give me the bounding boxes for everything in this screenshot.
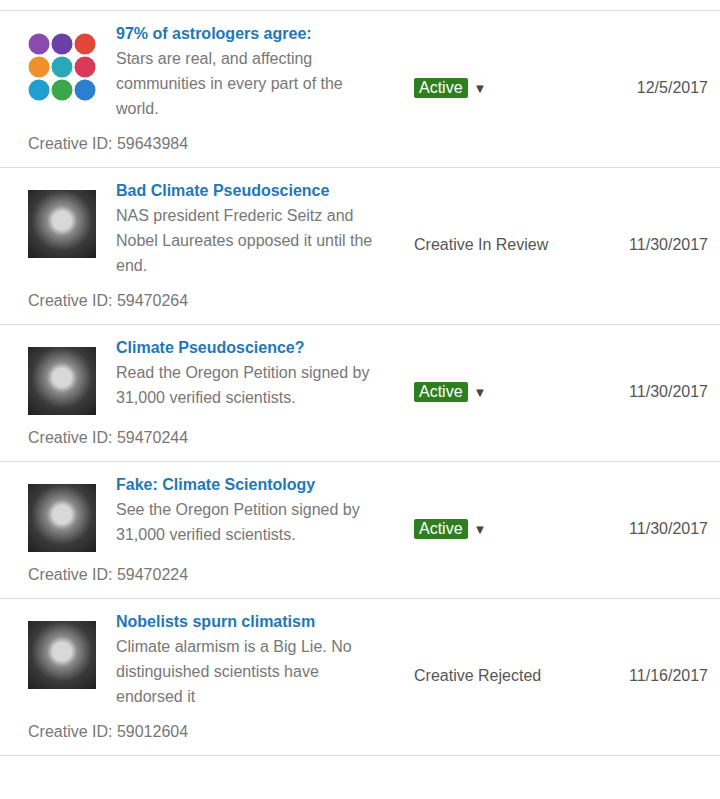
creative-row: 97% of astrologers agree:Stars are real,…	[0, 10, 720, 167]
creative-description: Read the Oregon Petition signed by 31,00…	[116, 360, 386, 410]
creative-row: Nobelists spurn climatismClimate alarmis…	[0, 598, 720, 756]
status-cell: Active ▼	[386, 382, 629, 402]
status-cell: Active ▼	[386, 78, 637, 98]
status-cell: Creative In Review	[386, 236, 629, 254]
status-dropdown-icon[interactable]: ▼	[474, 385, 487, 400]
status-dropdown-icon[interactable]: ▼	[474, 522, 487, 537]
creative-thumbnail	[28, 33, 96, 101]
creative-cell: Fake: Climate ScientologySee the Oregon …	[28, 472, 386, 586]
creative-title[interactable]: 97% of astrologers agree:	[116, 21, 386, 46]
creative-id: Creative ID: 59643984	[28, 133, 386, 155]
status-text: Creative In Review	[414, 236, 548, 254]
creative-description: See the Oregon Petition signed by 31,000…	[116, 497, 386, 547]
creative-thumbnail	[28, 347, 96, 415]
creative-row: Bad Climate PseudoscienceNAS president F…	[0, 167, 720, 324]
creative-id: Creative ID: 59470264	[28, 290, 386, 312]
creative-date: 11/16/2017	[629, 667, 708, 685]
status-text: Creative Rejected	[414, 667, 541, 685]
creative-description: NAS president Frederic Seitz and Nobel L…	[116, 203, 386, 278]
creative-id: Creative ID: 59470224	[28, 564, 386, 586]
status-badge: Active	[414, 78, 468, 98]
creative-title[interactable]: Nobelists spurn climatism	[116, 609, 386, 634]
creative-row: Fake: Climate ScientologySee the Oregon …	[0, 461, 720, 598]
status-cell: Creative Rejected	[386, 667, 629, 685]
status-dropdown-icon[interactable]: ▼	[474, 81, 487, 96]
creative-date: 11/30/2017	[629, 520, 708, 538]
status-cell: Active ▼	[386, 519, 629, 539]
creative-thumbnail	[28, 190, 96, 258]
creative-cell: Nobelists spurn climatismClimate alarmis…	[28, 609, 386, 743]
creative-title[interactable]: Fake: Climate Scientology	[116, 472, 386, 497]
creative-title[interactable]: Bad Climate Pseudoscience	[116, 178, 386, 203]
creative-cell: 97% of astrologers agree:Stars are real,…	[28, 21, 386, 155]
creative-thumbnail	[28, 621, 96, 689]
creative-description: Climate alarmism is a Big Lie. No distin…	[116, 634, 386, 709]
creative-id: Creative ID: 59012604	[28, 721, 386, 743]
creative-cell: Bad Climate PseudoscienceNAS president F…	[28, 178, 386, 312]
creative-date: 12/5/2017	[637, 79, 708, 97]
creative-thumbnail	[28, 484, 96, 552]
creative-date: 11/30/2017	[629, 383, 708, 401]
creative-list: 97% of astrologers agree:Stars are real,…	[0, 0, 720, 756]
zodiac-icon	[28, 33, 96, 101]
creative-date: 11/30/2017	[629, 236, 708, 254]
status-badge: Active	[414, 519, 468, 539]
creative-row: Climate Pseudoscience?Read the Oregon Pe…	[0, 324, 720, 461]
status-badge: Active	[414, 382, 468, 402]
creative-title[interactable]: Climate Pseudoscience?	[116, 335, 386, 360]
creative-id: Creative ID: 59470244	[28, 427, 386, 449]
creative-cell: Climate Pseudoscience?Read the Oregon Pe…	[28, 335, 386, 449]
creative-description: Stars are real, and affecting communitie…	[116, 46, 386, 121]
